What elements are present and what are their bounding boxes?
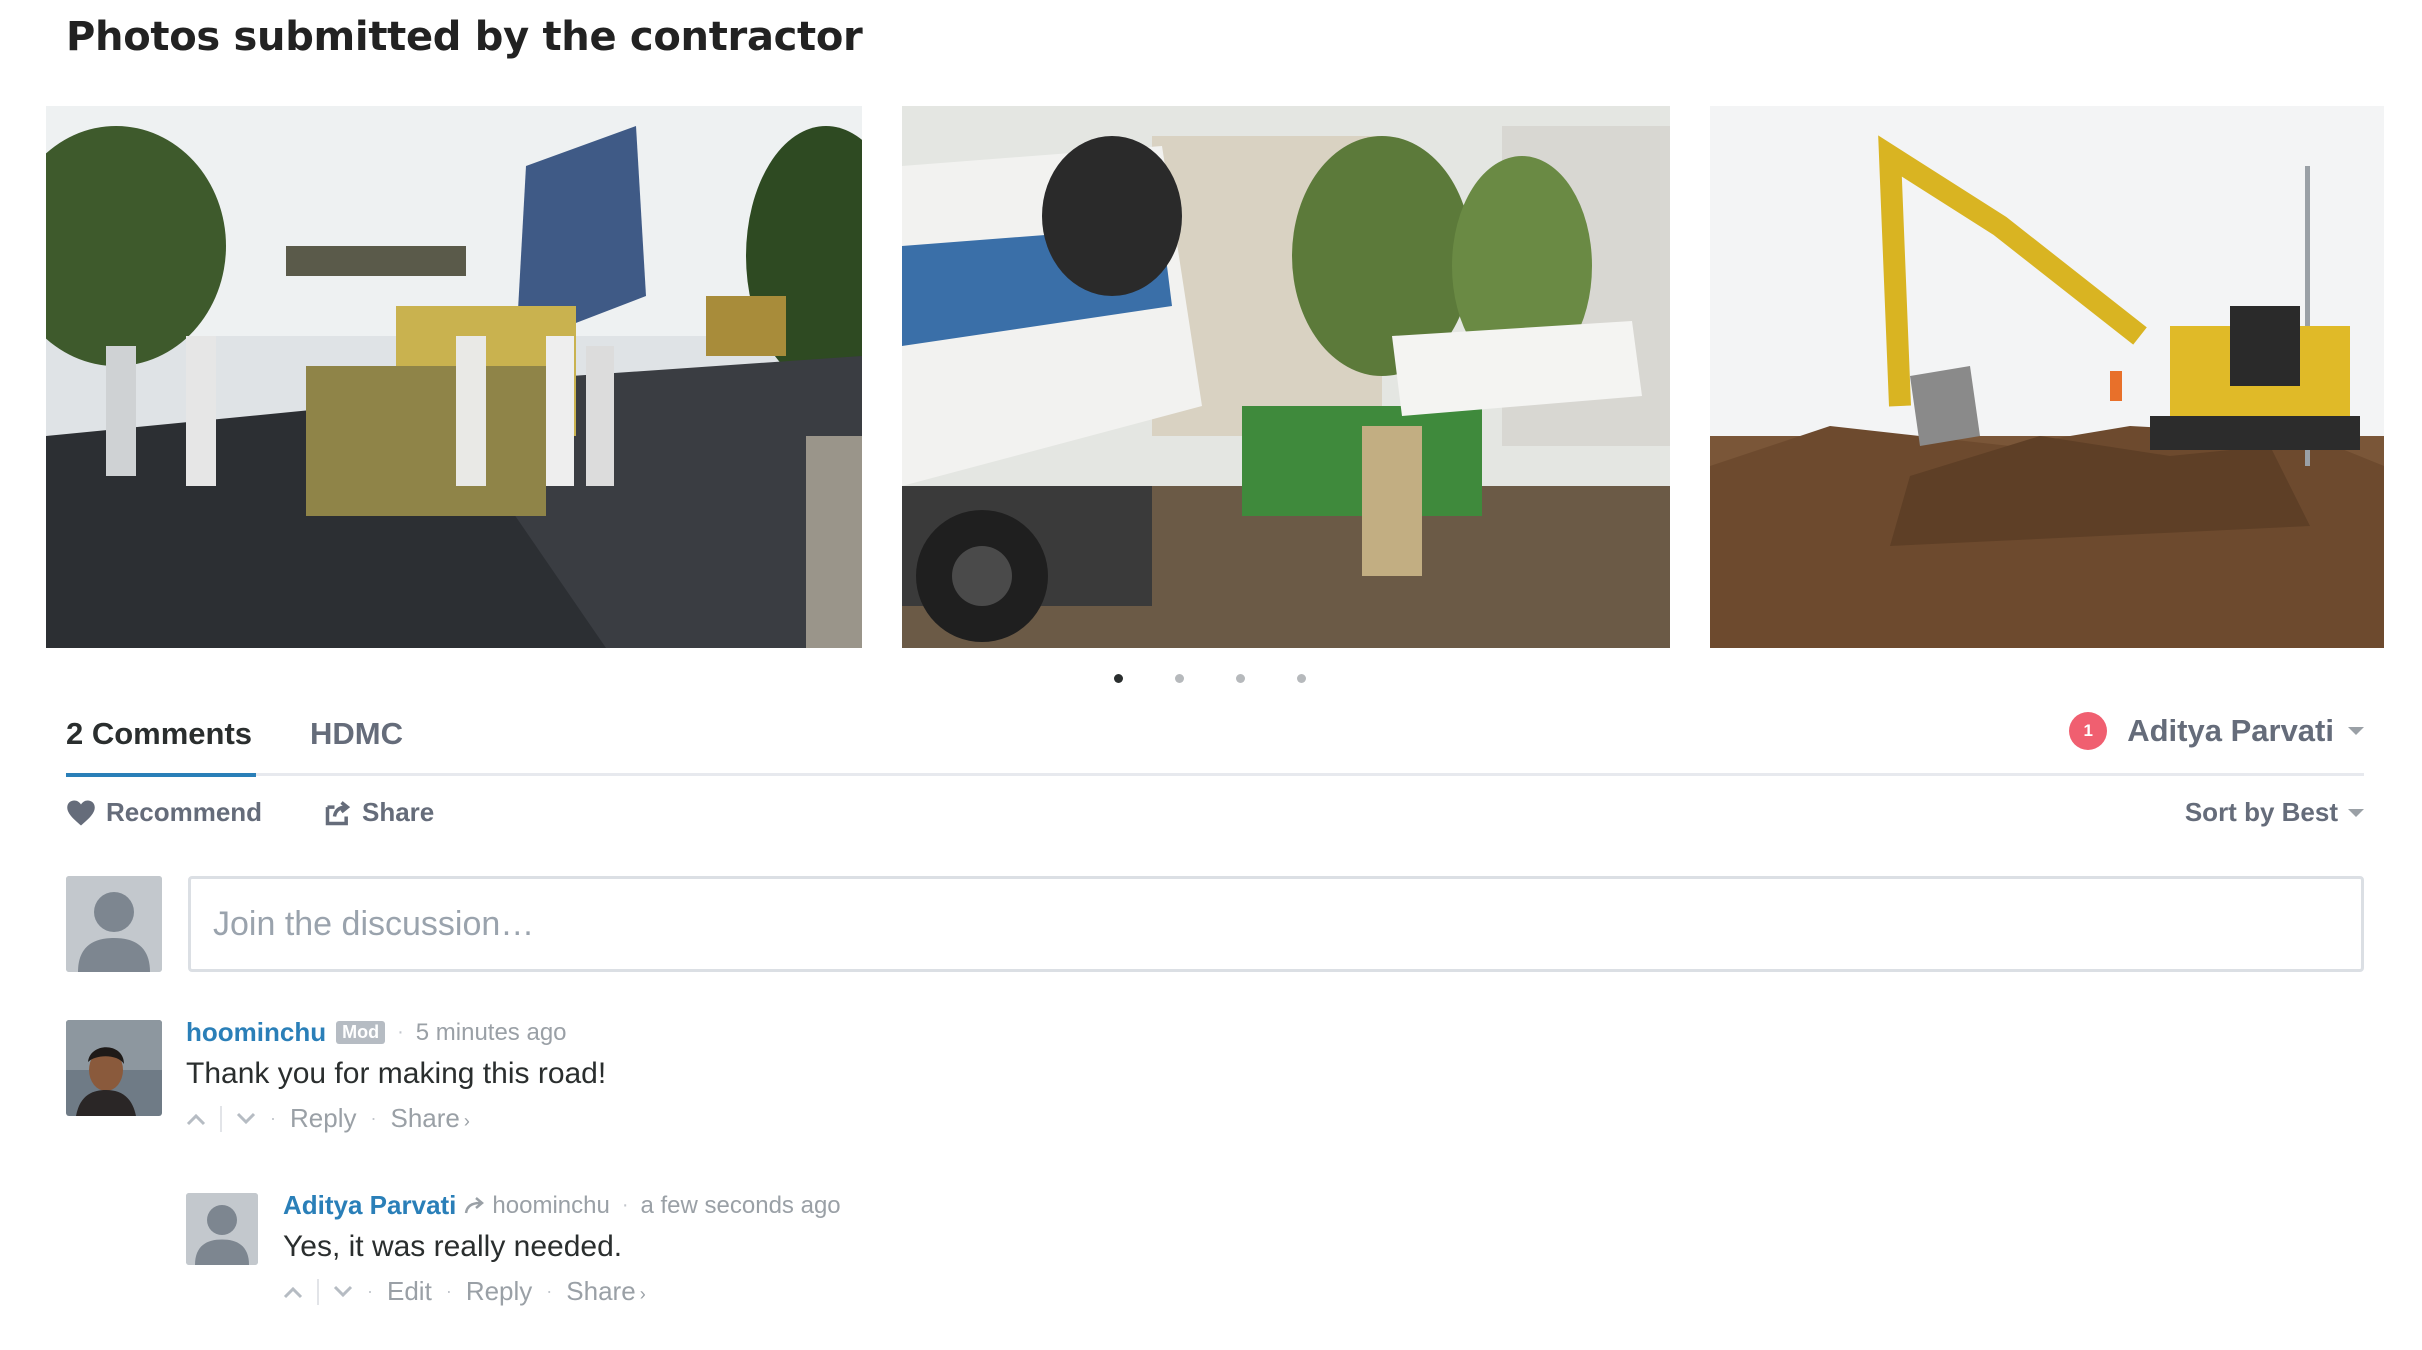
separator-dot: · — [367, 1281, 373, 1301]
comment-tabs: 2 Comments HDMC 1 Aditya Parvati — [66, 712, 2364, 777]
share-link-label: Share — [566, 1276, 636, 1306]
separator-dot: · — [445, 1281, 452, 1301]
user-silhouette-icon — [186, 1193, 258, 1265]
commenter-avatar[interactable] — [66, 1020, 162, 1116]
vote-divider — [317, 1278, 319, 1305]
chevron-down-icon — [236, 1112, 256, 1124]
comment-text: Thank you for making this road! — [186, 1057, 607, 1090]
share-icon — [325, 800, 351, 825]
reply-link[interactable]: Reply — [466, 1276, 532, 1307]
gallery-page-dot-1[interactable] — [1114, 674, 1123, 683]
gallery-photo-mixer[interactable] — [902, 106, 1670, 648]
mixer-photo-illustration — [902, 106, 1670, 648]
notification-badge[interactable]: 1 — [2069, 712, 2108, 750]
chevron-down-icon — [333, 1285, 353, 1297]
user-menu[interactable]: 1 Aditya Parvati — [2069, 712, 2364, 750]
separator-dot: · — [546, 1281, 553, 1301]
discussion-actions: Recommend Share Sort by Best — [66, 797, 2364, 837]
edit-link[interactable]: Edit — [387, 1276, 432, 1307]
separator-dot: · — [270, 1108, 276, 1128]
comment-composer-input[interactable] — [188, 876, 2364, 972]
gallery-page-dot-4[interactable] — [1297, 674, 1306, 683]
separator-dot: · — [397, 1021, 404, 1043]
separator-dot: · — [370, 1108, 377, 1128]
comment-text: Yes, it was really needed. — [283, 1230, 623, 1263]
comment-footer: · Reply · Share › — [186, 1103, 470, 1134]
tab-comments[interactable]: 2 Comments — [66, 716, 257, 777]
comment-author[interactable]: Aditya Parvati — [283, 1190, 456, 1221]
recommend-button[interactable]: Recommend — [66, 797, 262, 828]
comment-header: hoominchu Mod · 5 minutes ago — [186, 1017, 567, 1048]
chevron-right-icon: › — [639, 1284, 646, 1304]
excavator-photo-illustration — [1710, 106, 2384, 648]
tab-community[interactable]: HDMC — [310, 716, 403, 752]
share-link[interactable]: Share › — [566, 1276, 645, 1307]
comment-timestamp[interactable]: a few seconds ago — [641, 1192, 841, 1220]
avatar-photo-icon — [66, 1020, 162, 1116]
downvote-button[interactable] — [333, 1285, 353, 1299]
separator-dot: · — [621, 1194, 629, 1216]
user-name[interactable]: Aditya Parvati — [2127, 713, 2334, 749]
sort-label: Sort by Best — [2184, 797, 2338, 827]
reply-arrow-icon — [465, 1196, 485, 1213]
comment-header: Aditya Parvati hoominchu · a few seconds… — [283, 1190, 841, 1221]
reply-link[interactable]: Reply — [290, 1103, 356, 1134]
chevron-right-icon: › — [463, 1111, 470, 1131]
chevron-up-icon — [186, 1113, 206, 1125]
gallery-pagination — [1114, 674, 1306, 683]
share-link-label: Share — [390, 1103, 460, 1133]
comment-author[interactable]: hoominchu — [186, 1017, 326, 1048]
current-user-avatar — [66, 876, 162, 972]
downvote-button[interactable] — [236, 1112, 256, 1126]
share-link[interactable]: Share › — [390, 1103, 469, 1134]
gallery-page-dot-3[interactable] — [1236, 674, 1245, 683]
share-discussion-button[interactable]: Share — [324, 797, 434, 828]
sort-dropdown[interactable]: Sort by Best — [2185, 797, 2364, 828]
recommend-label: Recommend — [106, 797, 263, 827]
vote-divider — [220, 1105, 222, 1132]
gallery-photo-excavator[interactable] — [1710, 106, 2384, 648]
comment-footer: · Edit · Reply · Share › — [283, 1276, 646, 1307]
chevron-down-icon — [2348, 727, 2364, 735]
reply-to-name: hoominchu — [492, 1191, 610, 1219]
gallery-photo-paving[interactable] — [46, 106, 862, 648]
paving-photo-illustration — [46, 106, 862, 648]
gallery-page-dot-2[interactable] — [1175, 674, 1184, 683]
user-silhouette-icon — [66, 876, 162, 972]
page-title: Photos submitted by the contractor — [66, 14, 863, 60]
heart-icon — [67, 800, 95, 825]
chevron-up-icon — [283, 1286, 303, 1298]
share-label: Share — [362, 797, 435, 827]
upvote-button[interactable] — [283, 1285, 303, 1299]
comment-timestamp[interactable]: 5 minutes ago — [416, 1019, 567, 1047]
chevron-down-icon — [2348, 808, 2364, 817]
upvote-button[interactable] — [186, 1112, 206, 1126]
moderator-badge: Mod — [336, 1021, 386, 1044]
in-reply-to[interactable]: hoominchu — [464, 1191, 610, 1220]
commenter-avatar[interactable] — [186, 1193, 258, 1265]
